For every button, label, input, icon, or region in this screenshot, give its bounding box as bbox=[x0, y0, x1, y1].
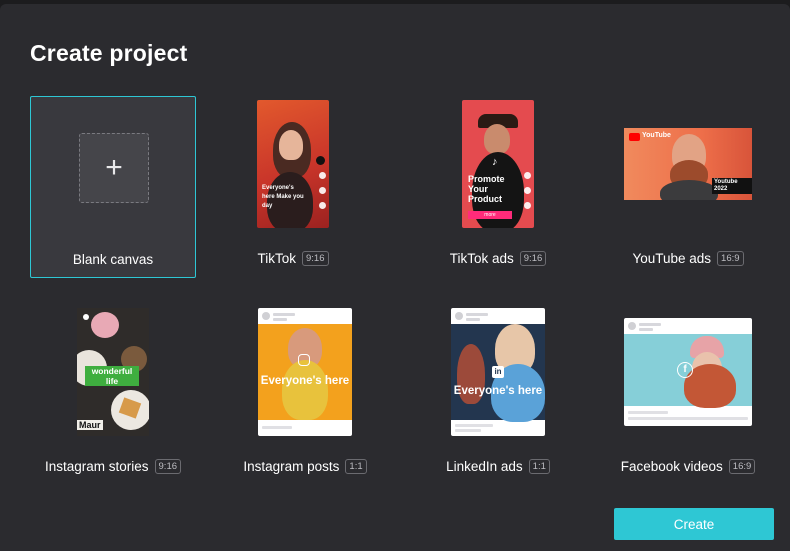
template-thumbnail: in Everyone's here bbox=[415, 308, 581, 436]
template-label: Instagram stories bbox=[44, 459, 149, 474]
template-linkedin-ads[interactable]: in Everyone's here LinkedIn ads 1:1 bbox=[415, 304, 581, 486]
thumb-text: Everyone's here bbox=[453, 385, 543, 397]
template-youtube-ads[interactable]: YouTube Youtube 2022 YouTube ads 16:9 bbox=[605, 96, 771, 278]
template-instagram-stories[interactable]: wonderful life Maur Instagram stories 9:… bbox=[30, 304, 196, 486]
youtube-icon bbox=[629, 133, 640, 141]
ratio-badge: 16:9 bbox=[717, 251, 744, 266]
thumb-brand: YouTube bbox=[642, 132, 671, 139]
template-blank-canvas[interactable]: + Blank canvas bbox=[30, 96, 196, 278]
template-thumbnail: ♪ Promote Your Product more bbox=[415, 100, 581, 228]
thumb-text: Promote Your Product bbox=[468, 174, 505, 204]
template-label: Instagram posts bbox=[243, 459, 340, 474]
create-project-dialog: Create project + Blank canvas Everyone's… bbox=[0, 4, 790, 551]
template-label: Facebook videos bbox=[620, 459, 723, 474]
template-label: TikTok bbox=[257, 251, 296, 266]
ratio-badge: 9:16 bbox=[302, 251, 329, 266]
ratio-badge: 16:9 bbox=[728, 459, 756, 474]
plus-icon: + bbox=[79, 133, 149, 203]
thumb-text: Everyone's here bbox=[260, 375, 350, 387]
template-tiktok[interactable]: Everyone's here Make you day TikTok 9:16 bbox=[210, 96, 376, 278]
thumb-text: Youtube 2022 bbox=[712, 178, 752, 194]
thumb-text: Everyone's here Make you day bbox=[262, 185, 304, 209]
ratio-badge: 1:1 bbox=[528, 459, 550, 474]
template-label: Blank canvas bbox=[72, 252, 154, 267]
template-tiktok-ads[interactable]: ♪ Promote Your Product more TikTok ads 9… bbox=[415, 96, 581, 278]
template-thumbnail: wonderful life Maur bbox=[30, 308, 196, 436]
facebook-icon: f bbox=[677, 362, 693, 378]
ratio-badge: 9:16 bbox=[519, 251, 547, 266]
ratio-badge: 9:16 bbox=[154, 459, 182, 474]
template-label: YouTube ads bbox=[632, 251, 712, 266]
template-thumbnail: YouTube Youtube 2022 bbox=[605, 128, 771, 200]
template-instagram-posts[interactable]: Everyone's here Instagram posts 1:1 bbox=[222, 304, 388, 486]
create-button[interactable]: Create bbox=[614, 508, 774, 540]
instagram-icon bbox=[298, 354, 310, 366]
template-label: LinkedIn ads bbox=[446, 459, 523, 474]
template-facebook-videos[interactable]: f Facebook videos 16:9 bbox=[605, 304, 771, 486]
template-label: TikTok ads bbox=[449, 251, 514, 266]
ratio-badge: 1:1 bbox=[345, 459, 367, 474]
tiktok-icon bbox=[316, 156, 325, 165]
template-thumbnail: f bbox=[605, 318, 771, 426]
template-thumbnail: Everyone's here bbox=[222, 308, 388, 436]
dialog-title: Create project bbox=[30, 40, 188, 66]
template-thumbnail: Everyone's here Make you day bbox=[210, 100, 376, 228]
linkedin-icon: in bbox=[492, 366, 504, 378]
tiktok-icon: ♪ bbox=[492, 156, 498, 168]
thumb-sign: Maur bbox=[77, 420, 103, 430]
thumb-text: wonderful life bbox=[85, 366, 139, 386]
thumb-more-button: more bbox=[468, 211, 512, 219]
